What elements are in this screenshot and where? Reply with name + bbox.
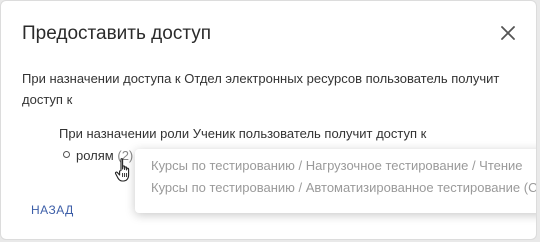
bullet-icon (63, 151, 70, 158)
role-access-text: При назначении роли Ученик пользователь … (59, 126, 427, 141)
dialog-description: При назначении доступа к Отдел электронн… (22, 71, 500, 107)
roles-tooltip: Курсы по тестированию / Нагрузочное тест… (135, 149, 537, 213)
tooltip-item: Курсы по тестированию / Нагрузочное тест… (151, 158, 523, 173)
hand-pointer-icon (114, 157, 136, 185)
back-button[interactable]: НАЗАД (31, 203, 74, 217)
roles-label[interactable]: ролям (76, 148, 114, 163)
dialog-title: Предоставить доступ (22, 23, 212, 44)
tooltip-item: Курсы по тестированию / Автоматизированн… (151, 180, 537, 195)
close-icon[interactable] (498, 23, 518, 43)
access-dialog: Предоставить доступ При назначении досту… (0, 0, 537, 240)
